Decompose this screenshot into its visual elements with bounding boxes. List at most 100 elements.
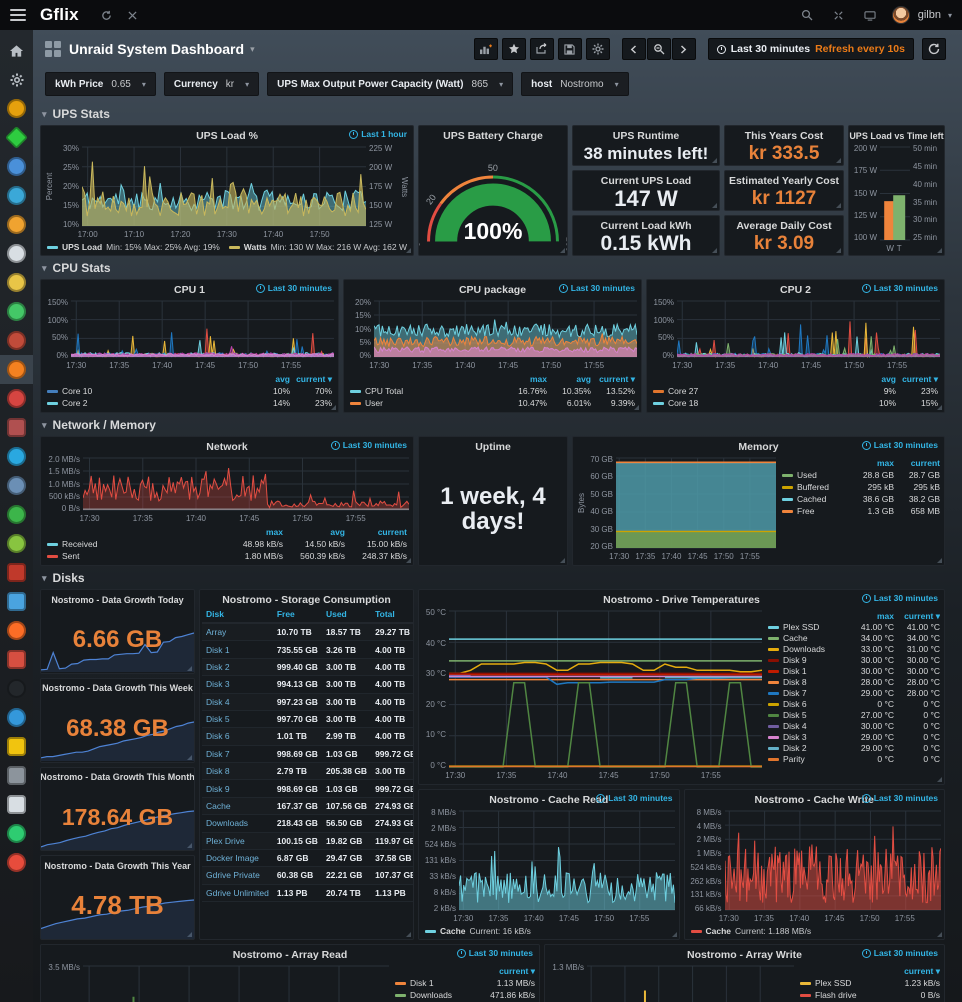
legend-item[interactable]: Cache xyxy=(768,633,848,644)
legend-item[interactable]: Disk 2 xyxy=(768,743,848,754)
legend-sort-header[interactable]: current ▾ xyxy=(290,373,332,385)
legend-item[interactable]: Disk 1 xyxy=(768,666,848,677)
legend-sort-header[interactable]: current ▾ xyxy=(896,373,938,385)
app-red-box[interactable] xyxy=(0,413,33,442)
section-disks[interactable]: ▾Disks xyxy=(40,566,945,589)
search-icon[interactable] xyxy=(801,9,813,21)
share-button[interactable] xyxy=(530,38,554,60)
settings-button[interactable] xyxy=(586,38,610,60)
variable-ups-max-output[interactable]: UPS Max Output Power Capacity (Watt)865▾ xyxy=(267,72,513,96)
panel-title[interactable]: CPU 1 xyxy=(174,284,205,296)
legend-sort-header[interactable]: current xyxy=(894,457,940,469)
panel-title[interactable]: Nostromo - Array Read xyxy=(233,949,348,961)
panel-title[interactable]: Nostromo - Array Write xyxy=(687,949,802,961)
legend-sort-header[interactable]: avg xyxy=(283,526,345,538)
panel-title[interactable]: This Years Cost xyxy=(745,130,824,142)
section-cpu-stats[interactable]: ▾CPU Stats xyxy=(40,256,945,279)
panel-title[interactable]: Estimated Yearly Cost xyxy=(729,175,839,187)
legend-item[interactable]: Disk 6 xyxy=(768,699,848,710)
app-orange-search[interactable] xyxy=(0,210,33,239)
time-picker-button[interactable]: Last 30 minutes Refresh every 10s xyxy=(708,38,914,60)
app-lazy[interactable] xyxy=(0,674,33,703)
legend-item[interactable]: Flash drive xyxy=(800,989,884,1001)
app-blue-u[interactable] xyxy=(0,471,33,500)
menu-toggle-icon[interactable] xyxy=(10,9,26,21)
legend-item[interactable]: WattsMin: 130 W Max: 216 W Avg: 162 W xyxy=(229,242,407,252)
star-button[interactable] xyxy=(502,38,526,60)
variable-currency[interactable]: Currencykr▾ xyxy=(164,72,259,96)
sidebar-settings[interactable] xyxy=(0,65,33,94)
legend-item[interactable]: Used xyxy=(782,469,848,481)
panel-title[interactable]: UPS Load vs Time left xyxy=(849,131,943,141)
tv-view-icon[interactable] xyxy=(864,10,876,21)
add-panel-button[interactable] xyxy=(474,38,498,60)
time-range-label[interactable]: Last 30 minutes xyxy=(256,283,332,293)
legend-item[interactable]: Parity xyxy=(768,754,848,765)
app-gitlab[interactable] xyxy=(0,616,33,645)
app-blue-red[interactable] xyxy=(0,152,33,181)
legend-sort-header[interactable]: current xyxy=(345,526,407,538)
time-range-label[interactable]: Last 30 minutes xyxy=(559,283,635,293)
legend-item[interactable]: Disk 4 xyxy=(768,721,848,732)
legend-item[interactable]: Plex SSD xyxy=(800,977,884,989)
legend-item[interactable]: Disk 3 xyxy=(768,732,848,743)
legend-sort-header[interactable]: current ▾ xyxy=(591,373,635,385)
legend-item[interactable]: CacheCurrent: 1.188 MB/s xyxy=(691,926,812,936)
app-red-arrow-box[interactable] xyxy=(0,645,33,674)
app-arrow-out[interactable] xyxy=(0,790,33,819)
panel-title[interactable]: Nostromo - Drive Temperatures xyxy=(603,594,760,606)
user-menu[interactable]: gilbn xyxy=(918,9,941,21)
panel-title[interactable]: Current Load kWh xyxy=(601,220,692,232)
time-range-label[interactable]: Last 30 minutes xyxy=(862,440,938,450)
legend-sort-header[interactable]: avg xyxy=(248,373,290,385)
sidebar-home[interactable] xyxy=(0,36,33,65)
panel-title[interactable]: Current UPS Load xyxy=(601,175,691,187)
legend-item[interactable]: CacheCurrent: 16 kB/s xyxy=(425,926,531,936)
app-yellow-circle[interactable] xyxy=(0,268,33,297)
legend-sort-header[interactable]: current ▾ xyxy=(473,965,535,977)
time-range-label[interactable]: Last 30 minutes xyxy=(862,948,938,958)
column-header[interactable]: Total xyxy=(371,606,413,623)
section-ups-stats[interactable]: ▾UPS Stats xyxy=(40,102,945,125)
time-range-label[interactable]: Last 1 hour xyxy=(349,129,407,139)
close-icon[interactable] xyxy=(128,11,137,20)
legend-sort-header[interactable]: max xyxy=(221,526,283,538)
panel-title[interactable]: Nostromo - Data Growth This Month xyxy=(40,772,195,782)
legend-item[interactable]: Buffered xyxy=(782,481,848,493)
app-green-u[interactable] xyxy=(0,500,33,529)
app-sab[interactable] xyxy=(0,732,33,761)
panel-title[interactable]: Nostromo - Cache Read xyxy=(489,794,608,806)
app-green-ring[interactable] xyxy=(0,297,33,326)
legend-sort-header[interactable]: avg xyxy=(547,373,591,385)
panel-title[interactable]: UPS Runtime xyxy=(613,130,680,142)
legend-item[interactable]: Cached xyxy=(782,493,848,505)
legend-item[interactable]: User xyxy=(350,397,503,409)
app-green-circle[interactable] xyxy=(0,819,33,848)
legend-item[interactable]: Sent xyxy=(47,550,221,562)
legend-sort-header[interactable]: max xyxy=(848,610,894,622)
panel-title[interactable]: Nostromo - Data Growth This Week xyxy=(42,683,193,693)
panel-title[interactable]: Network xyxy=(206,441,247,453)
app-white-x[interactable] xyxy=(0,239,33,268)
time-range-label[interactable]: Last 30 minutes xyxy=(862,593,938,603)
time-forward-button[interactable] xyxy=(672,38,696,60)
app-red-x[interactable] xyxy=(0,326,33,355)
legend-item[interactable]: Disk 5 xyxy=(768,710,848,721)
app-orange-gear[interactable] xyxy=(0,355,33,384)
legend-sort-header[interactable]: current ▾ xyxy=(884,965,940,977)
time-range-label[interactable]: Last 30 minutes xyxy=(862,793,938,803)
save-button[interactable] xyxy=(558,38,582,60)
time-range-label[interactable]: Last 30 minutes xyxy=(331,440,407,450)
legend-item[interactable]: UPS LoadMin: 15% Max: 25% Avg: 19% xyxy=(47,242,220,252)
legend-item[interactable]: Core 2 xyxy=(47,397,248,409)
app-red-shield[interactable] xyxy=(0,384,33,413)
legend-item[interactable]: Downloads xyxy=(768,644,848,655)
panel-title[interactable]: Uptime xyxy=(475,441,511,453)
chevron-down-icon[interactable]: ▾ xyxy=(250,44,255,55)
dashboard-grid-icon[interactable] xyxy=(45,41,61,57)
legend-item[interactable]: Disk 9 xyxy=(768,655,848,666)
legend-item[interactable]: Disk 8 xyxy=(768,677,848,688)
legend-item[interactable]: Received xyxy=(47,538,221,550)
legend-sort-header[interactable]: max xyxy=(503,373,547,385)
legend-item[interactable]: Downloads xyxy=(395,989,473,1001)
